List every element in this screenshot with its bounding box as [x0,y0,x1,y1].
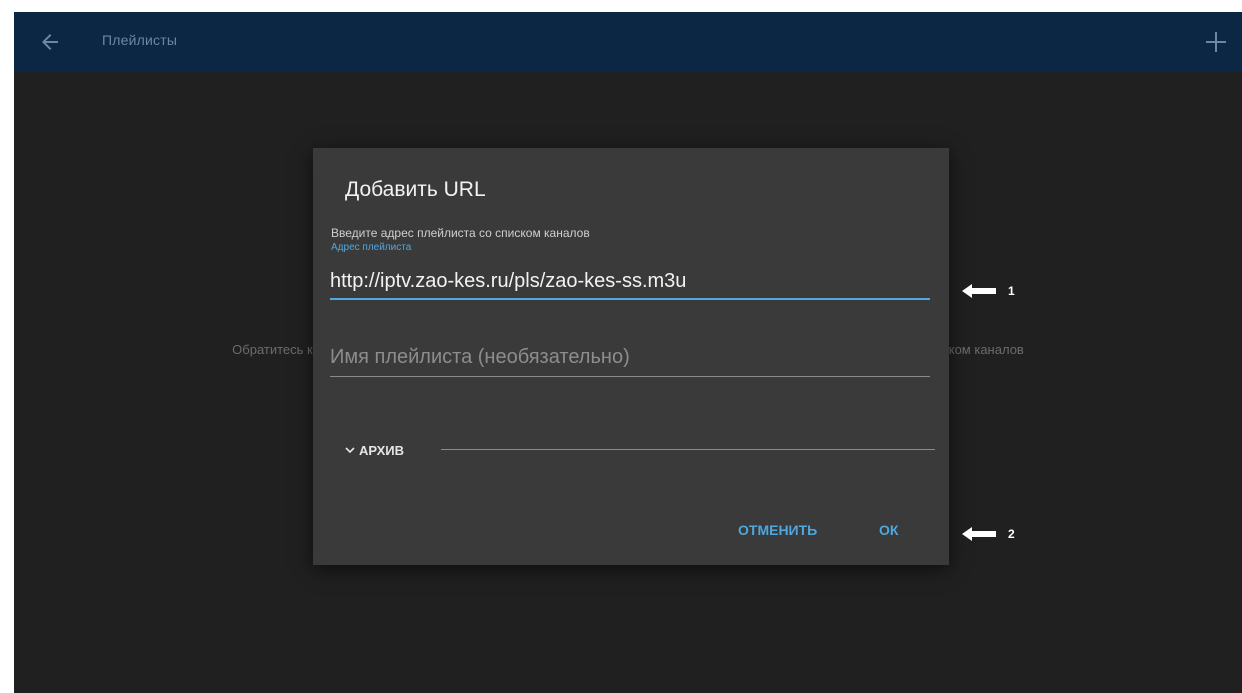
annotation-label: 2 [1008,527,1015,541]
app-bar: Плейлисты [14,12,1242,72]
url-field-label: Адрес плейлиста [331,242,412,253]
back-arrow-icon[interactable] [38,30,62,54]
archive-toggle[interactable]: АРХИВ [345,440,404,460]
page-title: Плейлисты [102,32,178,48]
archive-divider [441,449,935,450]
annotation-2: 2 [962,526,1015,542]
annotation-label: 1 [1008,284,1015,298]
archive-label: АРХИВ [359,442,404,458]
playlist-url-input[interactable] [330,264,930,300]
arrow-left-icon [962,527,996,541]
cancel-button[interactable]: ОТМЕНИТЬ [738,522,817,538]
app-screen: Плейлисты Обратитесь к ком каналов Добави… [14,12,1242,693]
arrow-left-icon [962,284,996,298]
empty-hint-left: Обратитесь к [232,342,313,357]
annotation-1: 1 [962,283,1015,299]
ok-button[interactable]: ОК [879,522,898,538]
chevron-down-icon [345,447,355,454]
empty-hint-right: ком каналов [948,342,1024,357]
dialog-subtitle: Введите адрес плейлиста со списком канал… [331,226,590,240]
plus-icon[interactable] [1202,28,1230,56]
add-url-dialog: Добавить URL Введите адрес плейлиста со … [313,148,949,565]
dialog-title: Добавить URL [345,178,486,201]
playlist-name-input[interactable] [330,338,930,377]
